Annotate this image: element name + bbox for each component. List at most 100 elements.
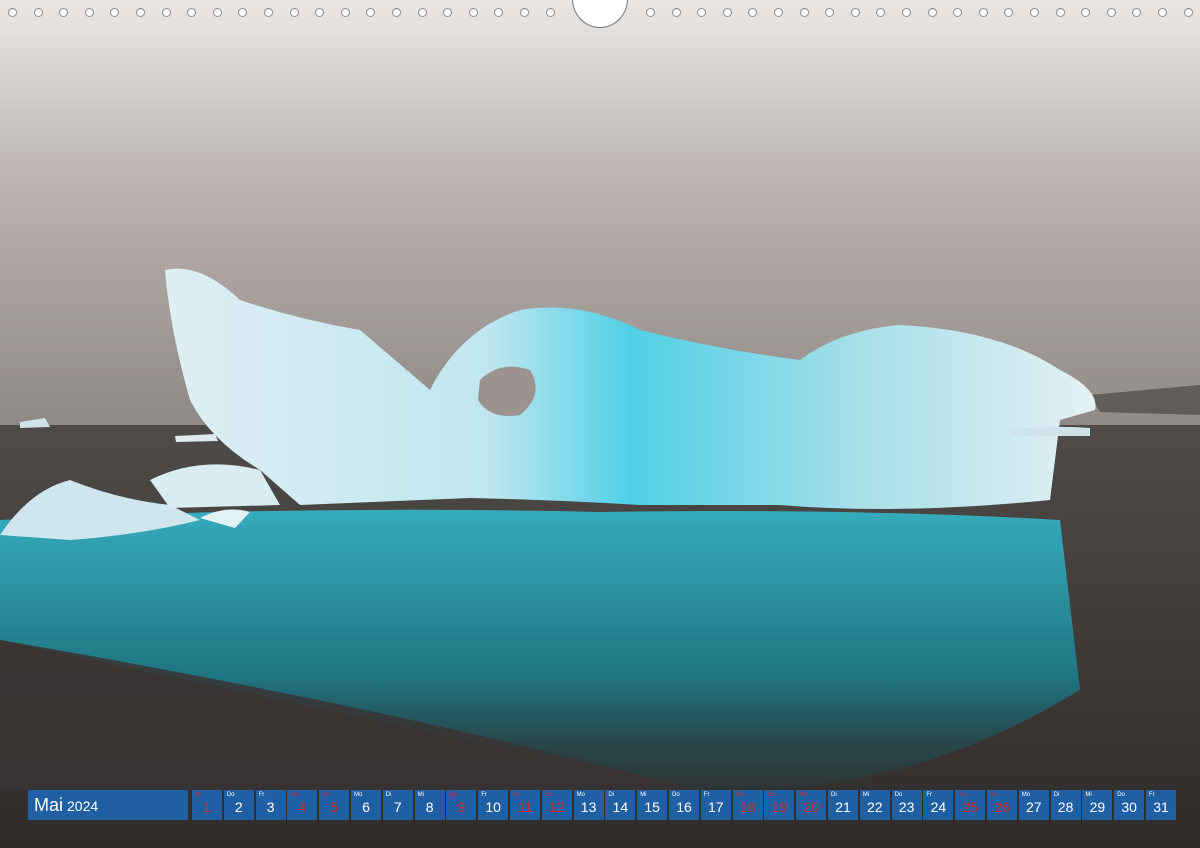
weekday-label: Mi: [195, 792, 202, 798]
day-number: 25: [962, 799, 978, 815]
weekday-label: So: [322, 792, 330, 798]
day-number: 21: [835, 799, 851, 815]
calendar-day: Di 28: [1050, 790, 1081, 820]
day-number: 11: [517, 799, 533, 815]
binding-hole: [799, 8, 809, 17]
day-number: 16: [676, 799, 692, 815]
binding-hole: [8, 8, 17, 17]
binding-hole: [520, 8, 529, 17]
calendar-day: Mi 22: [859, 790, 890, 820]
calendar-day: Do 23: [891, 790, 922, 820]
binding-hole: [212, 8, 222, 17]
weekday-label: Di: [1053, 792, 1060, 798]
weekday-label: Di: [831, 792, 837, 798]
weekday-label: Do: [894, 792, 903, 798]
day-number: 8: [425, 799, 434, 815]
binding-hole: [187, 8, 197, 17]
weekday-label: Fr: [926, 792, 933, 798]
day-number: 18: [739, 799, 756, 815]
day-number: 23: [898, 799, 915, 815]
day-number: 10: [485, 799, 501, 815]
calendar-day: Di 21: [828, 790, 858, 820]
weekday-label: Di: [385, 792, 392, 798]
calendar-day: Fr 24: [923, 790, 954, 820]
day-number: 19: [771, 799, 788, 815]
weekday-label: Fr: [703, 792, 710, 798]
binding-hole: [902, 8, 911, 17]
binding-hole: [1158, 8, 1167, 17]
binding-hole: [161, 8, 171, 17]
binding-hole: [545, 8, 555, 17]
calendar-day: Do 2: [223, 790, 254, 820]
day-number: 22: [867, 799, 883, 815]
calendar-day: Do 16: [669, 790, 699, 820]
day-number: 1: [203, 799, 211, 815]
weekday-label: Do: [672, 792, 680, 798]
day-number: 24: [930, 799, 947, 815]
binding-hole: [671, 8, 681, 17]
weekday-label: Mo: [354, 792, 363, 798]
day-number: 27: [1026, 799, 1042, 815]
iceberg-photo: [0, 0, 1200, 848]
weekday-label: Sa: [290, 792, 298, 798]
day-number: 9: [457, 799, 466, 815]
weekday-label: Do: [226, 792, 235, 798]
binding-hole: [84, 8, 94, 17]
binding-hole: [468, 8, 478, 17]
weekday-label: Fr: [481, 792, 487, 798]
binding-hole: [953, 8, 963, 17]
calendar-day: Mi 29: [1082, 790, 1113, 820]
calendar-day: Mo 13: [573, 790, 604, 820]
weekday-label: Mo: [799, 792, 808, 798]
weekday-label: Sa: [735, 792, 743, 798]
weekday-label: So: [544, 792, 553, 798]
binding-hole: [340, 8, 350, 17]
day-number: 26: [994, 799, 1010, 815]
binding-hole: [443, 8, 453, 17]
binding-hole: [289, 8, 299, 17]
year: 2024: [67, 798, 99, 814]
day-number: 15: [644, 799, 660, 815]
weekday-label: Fr: [1149, 792, 1155, 798]
binding-hole: [264, 8, 273, 17]
calendar-strip: Mai 2024 Mi 1 Do 2 Fr 3 Sa 4 So 5 Mo 6 Di 7 Mi 8 Do 9 Fr 10 S…: [28, 790, 1176, 820]
calendar-day: Mo 6: [351, 790, 381, 820]
calendar-day: Mi 8: [414, 790, 445, 820]
day-number: 3: [266, 799, 275, 815]
day-number: 7: [393, 799, 402, 815]
binding-hole: [850, 8, 860, 17]
calendar-day: So 12: [541, 790, 572, 820]
month-name: Mai: [34, 795, 64, 815]
binding-hole: [722, 8, 732, 17]
binding-hole: [136, 8, 145, 17]
weekday-label: Do: [449, 792, 458, 798]
calendar-day: Mi 1: [192, 790, 222, 820]
binding-hole: [494, 8, 504, 17]
calendar-day: Sa 11: [510, 790, 540, 820]
binding-hole: [774, 8, 783, 17]
day-number: 31: [1153, 799, 1169, 815]
binding-hole: [417, 8, 427, 17]
binding-hole: [1055, 8, 1065, 17]
binding-hole: [927, 8, 937, 17]
calendar-day: Mo 27: [1018, 790, 1049, 820]
day-number: 4: [298, 799, 307, 815]
calendar-day: Sa 25: [955, 790, 986, 820]
day-number: 30: [1121, 799, 1137, 815]
calendar-day: Mo 20: [796, 790, 827, 820]
binding-hole: [110, 8, 120, 17]
binding-hole: [33, 8, 43, 17]
day-number: 29: [1089, 799, 1106, 815]
calendar-day: Di 7: [382, 790, 413, 820]
weekday-label: Do: [1117, 792, 1125, 798]
weekday-label: Mi: [1085, 792, 1092, 798]
day-number: 12: [549, 799, 565, 815]
weekday-label: Di: [608, 792, 615, 798]
calendar-day: Do 30: [1114, 790, 1145, 820]
calendar-day: Sa 4: [287, 790, 318, 820]
day-number: 13: [580, 799, 597, 815]
weekday-label: So: [767, 792, 775, 798]
calendar-day: So 19: [764, 790, 795, 820]
calendar-day: So 5: [319, 790, 350, 820]
weekday-label: Mi: [640, 792, 647, 798]
